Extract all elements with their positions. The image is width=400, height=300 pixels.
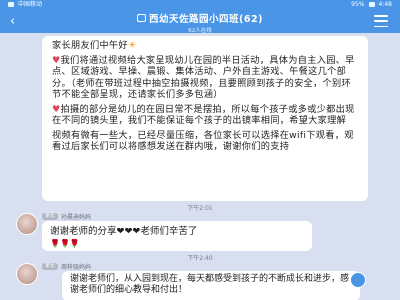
sender-name: 孙晨迪妈妈 — [61, 214, 92, 221]
chevron-left-icon: ‹ — [10, 13, 16, 29]
battery-text: 95% — [351, 1, 365, 8]
message-text: 谢谢老师的分享❤❤❤老师们辛苦了 — [50, 226, 198, 237]
heart-icon: ♥ — [52, 103, 61, 115]
announcement-greeting: 家长朋友们中午好☀ — [52, 40, 360, 52]
page-title: 西幼天佐路园小四班(62) — [149, 14, 263, 25]
announcement-body-3: 视频有微有一些大，已经尽量压缩，各位家长可以选择在wifi下观看，观看过后家长们… — [52, 130, 360, 153]
role-tag: 家长 — [42, 213, 59, 220]
message-extra: 🌹🌹🌹 — [50, 239, 80, 248]
carrier-text: 中国移动 — [18, 1, 43, 8]
status-left: 中国移动 — [8, 0, 42, 9]
sender-info: 家长 周梓骁妈妈 — [42, 262, 91, 271]
menu-icon — [374, 15, 388, 17]
signal-icon — [8, 2, 14, 7]
battery-icon — [368, 2, 375, 7]
status-bar: 中国移动 95% 4:48 — [0, 0, 400, 9]
announcement-paragraph: 我们将通过视频给大家呈现幼儿在园的半日活动，具体为自主入园、早点、区域游戏、早操… — [52, 54, 355, 101]
message-bubble[interactable]: 谢谢老师们，从入园到现在，每天都感受到孩子的不断成长和进步，感谢老师们的细心教导… — [62, 271, 360, 300]
announcement-paragraph: 拍摄的部分是幼儿的在园日常不是摆拍，所以每个孩子或多或少都出现在不同的镜头里，我… — [52, 103, 355, 127]
group-icon — [137, 14, 147, 22]
heart-icon: ♥ — [52, 54, 61, 66]
avatar[interactable] — [16, 263, 38, 285]
message-bubble[interactable]: 谢谢老师的分享❤❤❤老师们辛苦了 🌹🌹🌹 — [42, 221, 312, 251]
sun-icon: ☀ — [127, 40, 137, 51]
announcement-bubble[interactable]: 家长朋友们中午好☀ ♥我们将通过视频给大家呈现幼儿在园的半日活动，具体为自主入园… — [42, 36, 368, 201]
timestamp: 下午2:01 — [187, 205, 213, 212]
announcement-body-1: ♥我们将通过视频给大家呈现幼儿在园的半日活动，具体为自主入园、早点、区域游戏、早… — [52, 55, 360, 101]
sender-name: 周梓骁妈妈 — [61, 264, 92, 271]
clock-text: 4:48 — [378, 1, 392, 8]
message-text: 谢谢老师们，从入园到现在，每天都感受到孩子的不断成长和进步，感谢老师们的细心教导… — [70, 274, 350, 295]
back-button[interactable]: ‹ — [10, 12, 46, 30]
announcement-paragraph: 家长朋友们中午好 — [52, 40, 128, 51]
role-tag: 家长 — [42, 263, 59, 270]
timestamp: 下午2:40 — [187, 255, 213, 262]
menu-icon-bar — [374, 25, 388, 27]
status-right: 95% 4:48 — [351, 0, 392, 9]
online-count: 62人在线 — [188, 28, 212, 34]
scroll-button[interactable] — [350, 272, 366, 288]
menu-icon-bar — [374, 20, 388, 22]
chat-title-area: 西幼天佐路园小四班(62) 62人在线 — [70, 11, 330, 34]
menu-button[interactable] — [374, 15, 388, 27]
title-bar: ‹ 西幼天佐路园小四班(62) 62人在线 — [0, 9, 400, 34]
announcement-paragraph: 视频有微有一些大，已经尽量压缩，各位家长可以选择在wifi下观看，观看过后家长们… — [52, 129, 354, 153]
avatar[interactable] — [16, 213, 38, 235]
sender-info: 家长 孙晨迪妈妈 — [42, 212, 91, 221]
announcement-body-2: ♥拍摄的部分是幼儿的在园日常不是摆拍，所以每个孩子或多或少都出现在不同的镜头里，… — [52, 104, 360, 127]
